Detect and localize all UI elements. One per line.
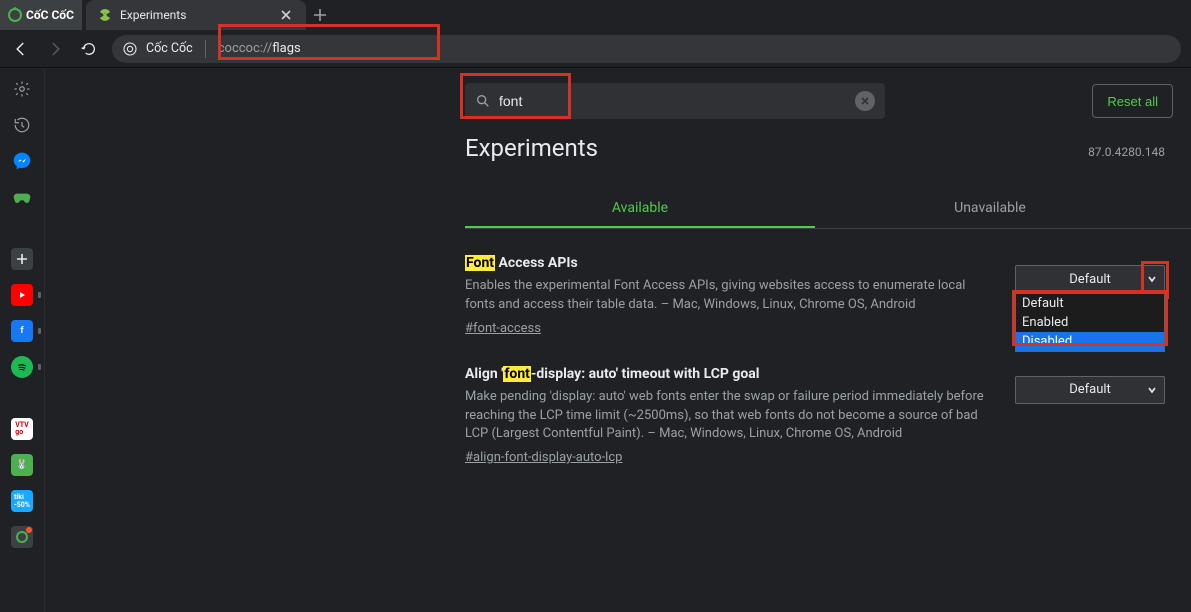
experiment-select[interactable]: Default [1015, 376, 1165, 404]
experiment-select[interactable]: Default [1015, 265, 1165, 293]
experiment-title: Align 'font-display: auto' timeout with … [465, 366, 995, 382]
experiment-desc: Enables the experimental Font Access API… [465, 277, 995, 315]
experiment-title: Font Access APIs [465, 255, 995, 271]
flags-page: Reset all Experiments 87.0.4280.148 Avai… [45, 68, 1191, 612]
chevron-down-icon [1146, 384, 1158, 396]
browser-tab[interactable]: Experiments [86, 0, 306, 30]
tab-unavailable[interactable]: Unavailable [815, 190, 1165, 228]
dropdown-option[interactable]: Enabled [1016, 313, 1164, 332]
sidebar-app-facebook[interactable]: f [11, 320, 33, 342]
experiments-list: Font Access APIs Enables the experimenta… [465, 255, 1165, 465]
experiment-row: Font Access APIs Enables the experimenta… [465, 255, 1165, 336]
history-icon[interactable] [11, 114, 33, 136]
select-value: Default [1069, 272, 1111, 287]
search-box[interactable] [465, 83, 885, 119]
separator [205, 40, 206, 58]
sidebar-app-spotify[interactable] [11, 356, 33, 378]
gamepad-icon[interactable] [11, 186, 33, 208]
flags-topbar: Reset all [45, 68, 1191, 134]
new-tab-button[interactable] [306, 0, 334, 30]
page-title: Experiments [465, 134, 598, 162]
coccoc-logo-icon [8, 8, 22, 22]
close-icon[interactable] [278, 7, 294, 23]
experiment-desc: Make pending 'display: auto' web fonts e… [465, 388, 995, 445]
experiment-control: Default Default Enabled Disabled [1015, 255, 1165, 336]
url-text: coccoc://flags [214, 41, 305, 56]
dropdown-panel[interactable]: Default Enabled Disabled [1015, 293, 1165, 352]
search-icon [475, 93, 491, 109]
search-input[interactable] [499, 93, 847, 109]
reload-button[interactable] [78, 38, 100, 60]
tabs-row: Available Unavailable [465, 190, 1191, 229]
address-bar[interactable]: Cốc Cốc coccoc://flags [112, 35, 1181, 63]
messenger-icon[interactable] [11, 150, 33, 172]
sidebar-app-bunny[interactable]: 🐰 [11, 454, 33, 476]
tab-available[interactable]: Available [465, 190, 815, 228]
experiment-info: Align 'font-display: auto' timeout with … [465, 366, 995, 466]
reset-all-button[interactable]: Reset all [1092, 84, 1173, 118]
version-label: 87.0.4280.148 [1088, 145, 1165, 159]
main-area: f VTVgo 🐰 tiki-50% [0, 68, 1191, 612]
sidebar-app-tiki[interactable]: tiki-50% [11, 490, 33, 512]
experiment-anchor[interactable]: #font-access [465, 321, 541, 336]
dropdown-option[interactable]: Disabled [1016, 332, 1164, 351]
chevron-down-icon [1146, 273, 1158, 285]
flags-header: Experiments 87.0.4280.148 [465, 134, 1191, 162]
app-name: CốC CốC [26, 8, 74, 22]
add-panel-button[interactable] [11, 248, 33, 270]
site-identity-icon [122, 41, 138, 57]
site-label: Cốc Cốc [146, 41, 193, 56]
sidebar-app-youtube[interactable] [11, 284, 33, 306]
left-sidebar: f VTVgo 🐰 tiki-50% [0, 68, 45, 612]
sidebar-app-coccoc[interactable] [11, 526, 33, 548]
experiment-info: Font Access APIs Enables the experimenta… [465, 255, 995, 336]
back-button[interactable] [10, 38, 32, 60]
dropdown-option[interactable]: Default [1016, 294, 1164, 313]
radioactive-icon [98, 8, 112, 22]
title-bar: CốC CốC Experiments [0, 0, 1191, 30]
tab-title: Experiments [120, 8, 270, 22]
experiment-anchor[interactable]: #align-font-display-auto-lcp [465, 450, 622, 465]
sidebar-app-vtv[interactable]: VTVgo [11, 418, 33, 440]
experiment-control: Default [1015, 366, 1165, 466]
app-logo: CốC CốC [0, 0, 82, 30]
toolbar: Cốc Cốc coccoc://flags [0, 30, 1191, 68]
settings-icon[interactable] [11, 78, 33, 100]
clear-search-icon[interactable] [855, 91, 875, 111]
forward-button[interactable] [44, 38, 66, 60]
experiment-row: Align 'font-display: auto' timeout with … [465, 366, 1165, 466]
select-value: Default [1069, 382, 1111, 397]
